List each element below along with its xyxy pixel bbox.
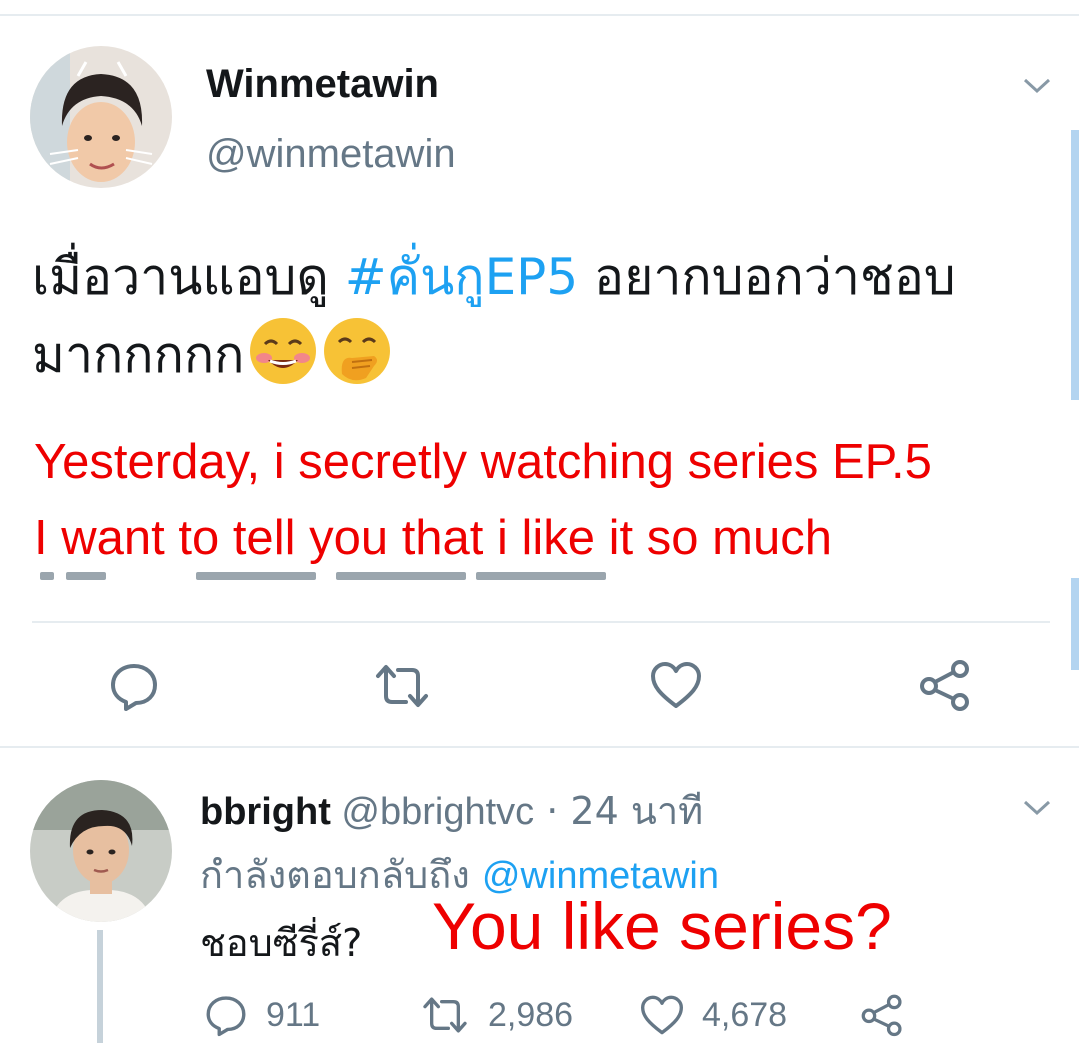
obscured-timestamp (36, 570, 606, 580)
retweet-count-stat[interactable]: 2,986 (420, 990, 573, 1040)
smiling-blush-emoji-icon (248, 316, 318, 386)
reply-author-handle[interactable]: @bbrightvc (341, 791, 534, 833)
thread-connector (97, 930, 103, 1043)
translation-overlay: Yesterday, i secretly watching series EP… (34, 424, 932, 576)
reply-share-icon (861, 994, 902, 1037)
reply-translation-overlay: You like series? (432, 889, 892, 963)
reply-header: bbright @bbrightvc · 24 นาที (200, 780, 703, 841)
tweet-text: เมื่อวานแอบดู #คั่นกูEP5 อยากบอกว่าชอบมา… (32, 238, 1042, 394)
scroll-indicator[interactable] (1071, 130, 1079, 400)
like-count-icon (641, 995, 683, 1035)
retweet-icon[interactable] (372, 662, 432, 710)
author-handle[interactable]: @winmetawin (206, 132, 456, 177)
scroll-indicator-lower[interactable] (1071, 578, 1079, 670)
reply-author-avatar[interactable] (30, 780, 172, 922)
like-count: 4,678 (702, 995, 788, 1034)
reply-count-icon (206, 996, 246, 1037)
translation-line-2: I want to tell you that i like it so muc… (34, 511, 832, 565)
author-avatar[interactable] (30, 46, 172, 188)
face-with-hand-over-mouth-emoji-icon (322, 316, 392, 386)
like-count-stat[interactable]: 4,678 (640, 990, 787, 1040)
reply-icon[interactable] (108, 660, 160, 712)
reply-timestamp: · 24 นาที (534, 789, 704, 833)
hashtag-link[interactable]: #คั่นกูEP5 (345, 248, 578, 306)
reply-author-name[interactable]: bbright (200, 791, 331, 833)
translation-line-1: Yesterday, i secretly watching series EP… (34, 435, 932, 489)
tweet-text-before: เมื่อวานแอบดู (32, 248, 345, 306)
top-divider (0, 14, 1079, 16)
reply-text: ชอบซีรี่ส์? (200, 921, 363, 965)
reply-divider (0, 746, 1079, 748)
like-icon[interactable] (650, 660, 702, 710)
reply-count-stat[interactable]: 911 (204, 990, 320, 1040)
retweet-count-icon (423, 997, 467, 1033)
retweet-count: 2,986 (488, 995, 574, 1034)
share-icon[interactable] (918, 658, 972, 712)
reply-count: 911 (266, 995, 321, 1034)
author-name[interactable]: Winmetawin (206, 62, 439, 107)
reply-share-stat[interactable] (860, 990, 904, 1040)
action-divider (32, 621, 1050, 623)
reply-chevron-down-icon[interactable] (1022, 798, 1052, 818)
chevron-down-icon[interactable] (1022, 76, 1052, 96)
